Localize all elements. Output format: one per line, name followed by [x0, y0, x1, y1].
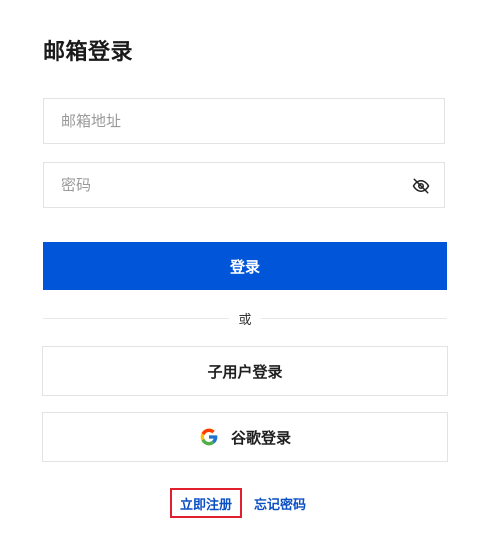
register-link[interactable]: 立即注册 [170, 488, 242, 518]
eye-off-icon[interactable] [412, 177, 430, 195]
forgot-password-link[interactable]: 忘记密码 [254, 488, 306, 518]
page-title: 邮箱登录 [43, 40, 134, 65]
google-login-label: 谷歌登录 [230, 428, 291, 447]
google-icon [200, 428, 218, 446]
email-field[interactable] [43, 98, 445, 144]
subuser-login-label: 子用户登录 [207, 362, 283, 381]
or-divider: 或 [43, 308, 447, 328]
password-input[interactable] [44, 163, 444, 207]
login-button[interactable]: 登录 [43, 242, 447, 290]
subuser-login-button[interactable]: 子用户登录 [42, 346, 448, 396]
divider-line-right [261, 318, 447, 319]
google-login-button[interactable]: 谷歌登录 [42, 412, 448, 462]
email-input[interactable] [44, 99, 444, 143]
footer-links: 立即注册 忘记密码 [0, 488, 478, 518]
password-field[interactable] [43, 162, 445, 208]
